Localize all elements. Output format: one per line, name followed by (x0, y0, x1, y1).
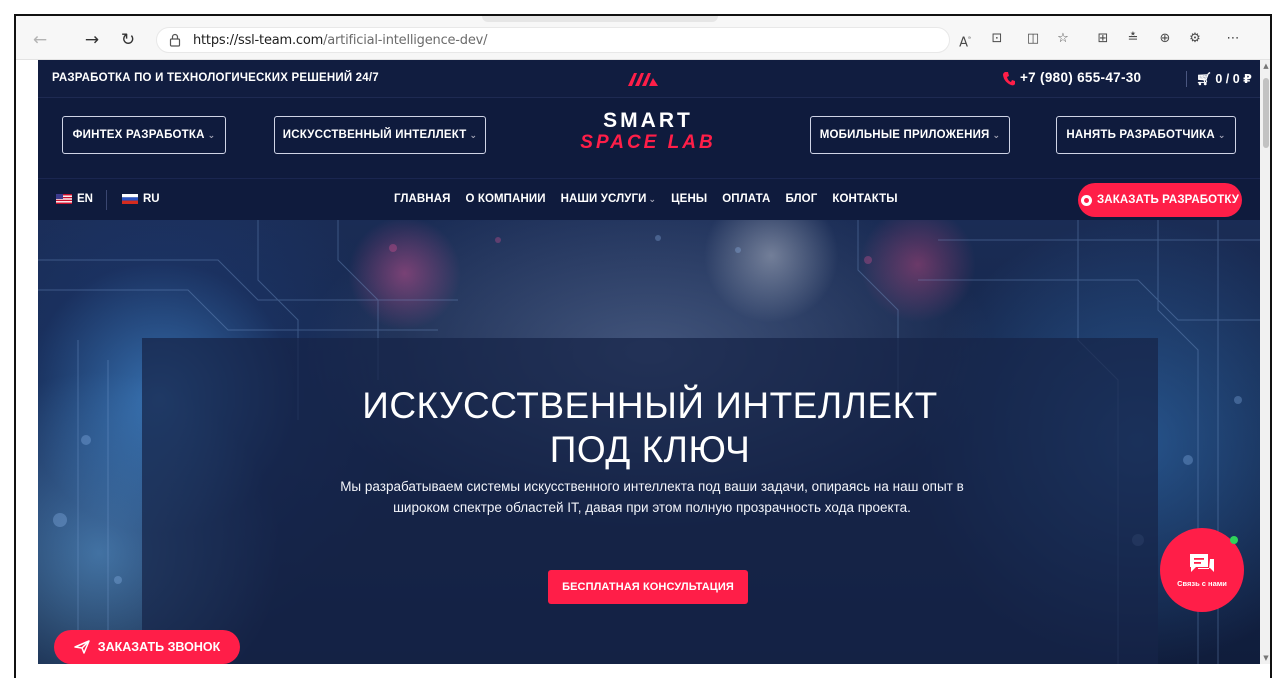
chat-widget-button[interactable]: Связь с нами (1160, 528, 1244, 612)
phone-icon (1003, 72, 1015, 86)
hero-section: ИСКУССТВЕННЫЙ ИНТЕЛЛЕКТ ПОД КЛЮЧ Мы разра… (38, 220, 1260, 664)
chevron-down-icon: ⌄ (469, 129, 478, 140)
scroll-up-icon[interactable]: ▲ (1262, 62, 1270, 70)
hero-title: ИСКУССТВЕННЫЙ ИНТЕЛЛЕКТ ПОД КЛЮЧ (142, 384, 1158, 472)
hero-title-line-2: ПОД КЛЮЧ (549, 429, 751, 470)
cart-link[interactable]: 🛒︎ 0 / 0 ₽ (1196, 71, 1252, 87)
read-aloud-icon[interactable]: Aᵃ (954, 29, 976, 50)
back-icon[interactable]: ← (30, 30, 50, 50)
fintech-dropdown[interactable]: ФИНТЕХ РАЗРАБОТКА ⌄ (62, 116, 226, 154)
nav-item-about[interactable]: О КОМПАНИИ (466, 193, 546, 205)
address-bar[interactable]: https://ssl-team.com/artificial-intellig… (156, 27, 950, 53)
lang-divider (106, 190, 107, 210)
browser-toolbar: ← → ↻ https://ssl-team.com/artificial-in… (16, 16, 1270, 60)
phone-number[interactable]: +7 (980) 655-47-30 (1020, 70, 1141, 85)
header: ФИНТЕХ РАЗРАБОТКА ⌄ ИСКУССТВЕННЫЙ ИНТЕЛЛЕ… (38, 98, 1260, 178)
url-path: /artificial-intelligence-dev/ (323, 33, 488, 48)
nav-item-contacts[interactable]: КОНТАКТЫ (832, 193, 897, 205)
chevron-down-icon: ⌄ (207, 129, 216, 140)
tab-strip-edge (482, 16, 718, 22)
split-screen-icon[interactable]: ◫ (1022, 29, 1044, 49)
us-flag-icon (56, 194, 72, 204)
favorite-icon[interactable]: ☆ (1052, 29, 1074, 49)
chat-icon (1190, 554, 1214, 572)
fintech-label: ФИНТЕХ РАЗРАБОТКА (72, 129, 205, 141)
record-icon (1081, 194, 1092, 206)
hero-title-line-1: ИСКУССТВЕННЫЙ ИНТЕЛЛЕКТ (362, 385, 938, 426)
tagline: РАЗРАБОТКА ПО И ТЕХНОЛОГИЧЕСКИХ РЕШЕНИЙ … (52, 72, 379, 84)
ai-label: ИСКУССТВЕННЫЙ ИНТЕЛЛЕКТ (282, 129, 467, 141)
request-call-button[interactable]: ЗАКАЗАТЬ ЗВОНОК (54, 630, 240, 664)
brand-line-2: SPACE LAB (580, 132, 716, 153)
nav-item-payment[interactable]: ОПЛАТА (722, 193, 770, 205)
hero-description: Мы разрабатываем системы искусственного … (340, 479, 964, 515)
chevron-down-icon: ⌄ (992, 129, 1001, 140)
lang-ru[interactable]: RU (122, 193, 160, 205)
chevron-down-icon: ⌄ (648, 194, 657, 204)
page-scrollbar[interactable]: ▲ ▼ (1260, 60, 1270, 664)
scroll-down-icon[interactable]: ▼ (1262, 654, 1270, 662)
url-host: https://ssl-team.com (193, 33, 324, 48)
url-text: https://ssl-team.com/artificial-intellig… (193, 33, 488, 48)
nav-item-prices[interactable]: ЦЕНЫ (671, 193, 707, 205)
ai-dropdown[interactable]: ИСКУССТВЕННЫЙ ИНТЕЛЛЕКТ ⌄ (274, 116, 486, 154)
refresh-icon[interactable]: ↻ (118, 30, 138, 50)
nav-item-home[interactable]: ГЛАВНАЯ (394, 193, 451, 205)
install-app-icon[interactable]: ⊡ (986, 29, 1008, 49)
mobile-label: МОБИЛЬНЫЕ ПРИЛОЖЕНИЯ (819, 129, 990, 141)
nav-services-label: НАШИ УСЛУГИ (560, 193, 647, 205)
order-development-button[interactable]: ЗАКАЗАТЬ РАЗРАБОТКУ (1078, 183, 1242, 217)
website: РАЗРАБОТКА ПО И ТЕХНОЛОГИЧЕСКИХ РЕШЕНИЙ … (38, 60, 1260, 664)
browser-window: ← → ↻ https://ssl-team.com/artificial-in… (14, 14, 1272, 678)
free-consultation-button[interactable]: БЕСПЛАТНАЯ КОНСУЛЬТАЦИЯ (548, 570, 748, 604)
lang-en-label: EN (77, 193, 93, 205)
brand-line-1: SMART (603, 109, 693, 132)
forward-icon[interactable]: → (82, 30, 102, 50)
mobile-apps-dropdown[interactable]: МОБИЛЬНЫЕ ПРИЛОЖЕНИЯ ⌄ (810, 116, 1010, 154)
main-nav: EN RU ГЛАВНАЯ О КОМПАНИИ НАШИ УСЛУГИ ⌄ ЦЕ… (38, 178, 1260, 220)
collections-icon[interactable]: ⊕ (1154, 29, 1176, 49)
hire-developer-dropdown[interactable]: НАНЯТЬ РАЗРАБОТЧИКА ⌄ (1056, 116, 1236, 154)
topbar-divider (1186, 71, 1187, 87)
lang-ru-label: RU (143, 193, 160, 205)
lang-en[interactable]: EN (56, 193, 93, 205)
scrollbar-thumb[interactable] (1263, 78, 1269, 148)
request-call-label: ЗАКАЗАТЬ ЗВОНОК (97, 640, 221, 654)
cart-total: 0 / 0 ₽ (1215, 72, 1252, 86)
lock-icon (169, 33, 181, 47)
ru-flag-icon (122, 194, 138, 204)
hire-label: НАНЯТЬ РАЗРАБОТЧИКА (1066, 129, 1215, 141)
favorites-bar-icon[interactable]: ≛ (1122, 29, 1144, 49)
order-development-label: ЗАКАЗАТЬ РАЗРАБОТКУ (1097, 194, 1239, 206)
more-options-icon[interactable]: ⋯ (1222, 29, 1244, 49)
nav-item-services[interactable]: НАШИ УСЛУГИ ⌄ (561, 193, 657, 205)
hero-panel: ИСКУССТВЕННЫЙ ИНТЕЛЛЕКТ ПОД КЛЮЧ Мы разра… (142, 338, 1158, 664)
brand-logo-icon[interactable] (626, 70, 660, 88)
brand-logo[interactable]: SMART SPACE LAB (578, 110, 718, 154)
chat-label: Связь с нами (1177, 579, 1227, 588)
nav-item-blog[interactable]: БЛОГ (785, 193, 817, 205)
paper-plane-icon (74, 640, 90, 654)
cart-icon: 🛒︎ (1196, 72, 1216, 86)
extensions-icon[interactable]: ⚙ (1184, 29, 1206, 49)
top-bar: РАЗРАБОТКА ПО И ТЕХНОЛОГИЧЕСКИХ РЕШЕНИЙ … (38, 60, 1260, 98)
split-view-icon[interactable]: ⊞ (1092, 29, 1114, 49)
nav-menu: ГЛАВНАЯ О КОМПАНИИ НАШИ УСЛУГИ ⌄ ЦЕНЫ ОПЛ… (394, 193, 913, 205)
online-indicator (1230, 536, 1238, 544)
chevron-down-icon: ⌄ (1217, 129, 1226, 140)
